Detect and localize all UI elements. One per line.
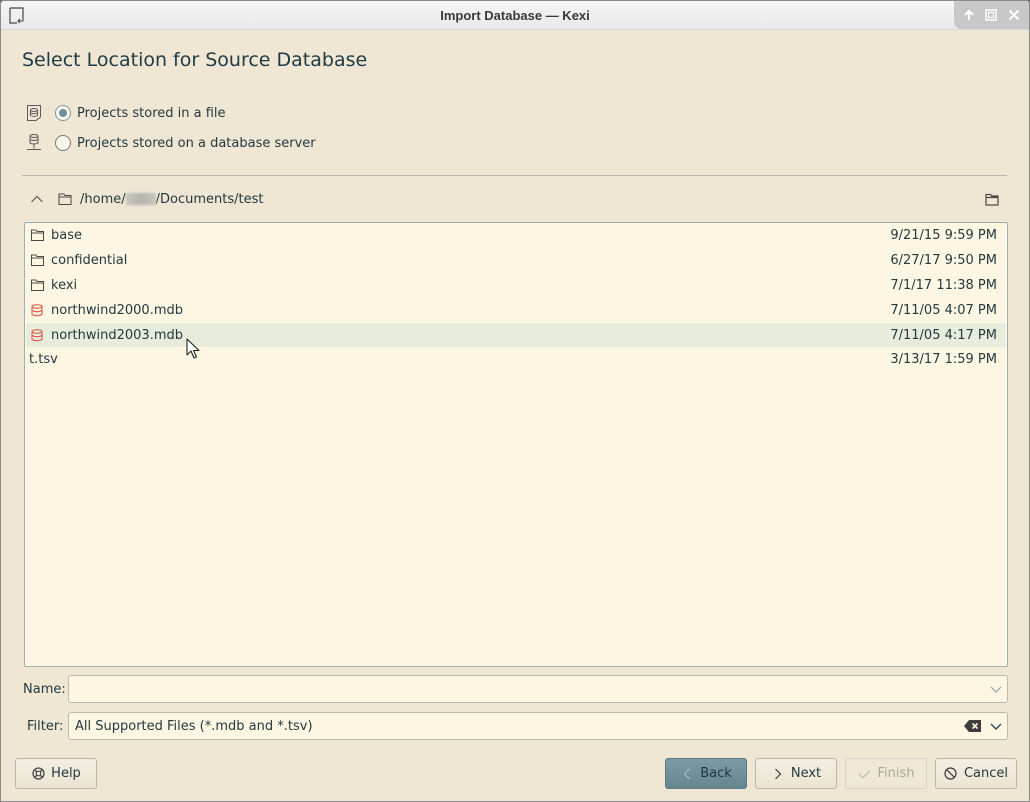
file-date: 3/13/17 1:59 PM xyxy=(890,351,997,367)
window-controls xyxy=(954,1,1029,29)
file-database-icon xyxy=(25,103,43,123)
close-icon xyxy=(1008,9,1020,21)
file-row[interactable]: confidential 6/27/17 9:50 PM xyxy=(26,248,1006,272)
help-button[interactable]: Help xyxy=(15,758,97,789)
name-label: Name: xyxy=(23,682,66,697)
folder-icon xyxy=(30,278,44,292)
parent-folder-button[interactable] xyxy=(25,187,49,211)
file-list[interactable]: base 9/21/15 9:59 PM confidential 6/27/1… xyxy=(24,222,1008,667)
finish-button[interactable]: Finish xyxy=(845,758,927,789)
cancel-button[interactable]: Cancel xyxy=(935,758,1017,789)
chevron-down-icon[interactable] xyxy=(989,719,1003,733)
database-file-icon xyxy=(30,303,44,317)
keep-above-button[interactable] xyxy=(961,7,977,23)
import-database-dialog: Import Database — Kexi Select Location f… xyxy=(0,0,1030,802)
window-title: Import Database — Kexi xyxy=(440,8,590,23)
filter-value: All Supported Files (*.mdb and *.tsv) xyxy=(75,718,313,734)
file-date: 9/21/15 9:59 PM xyxy=(890,227,997,243)
redacted-username xyxy=(125,193,156,205)
clear-text-icon[interactable] xyxy=(964,719,982,733)
radio-label: Projects stored in a file xyxy=(77,105,226,121)
file-name: confidential xyxy=(51,252,128,268)
back-label: Back xyxy=(700,766,732,781)
help-label: Help xyxy=(51,766,81,781)
database-file-icon xyxy=(30,328,44,342)
current-path[interactable]: /home/ /Documents/test xyxy=(80,192,263,207)
chevron-right-icon xyxy=(771,767,785,781)
file-row[interactable]: kexi 7/1/17 11:38 PM xyxy=(26,273,1006,297)
folder-icon xyxy=(30,253,44,267)
cancel-label: Cancel xyxy=(963,766,1009,781)
close-button[interactable] xyxy=(1006,7,1022,23)
title-bar: Import Database — Kexi xyxy=(1,1,1029,30)
file-row[interactable]: northwind2000.mdb 7/11/05 4:07 PM xyxy=(26,298,1006,322)
file-name: northwind2000.mdb xyxy=(51,302,183,318)
path-suffix: /Documents/test xyxy=(155,191,264,207)
back-button[interactable]: Back xyxy=(665,758,747,789)
radio-server-projects[interactable] xyxy=(55,135,71,151)
new-folder-button[interactable] xyxy=(983,191,1001,207)
next-button[interactable]: Next xyxy=(755,758,837,789)
page-title: Select Location for Source Database xyxy=(22,49,368,71)
new-folder-icon xyxy=(985,193,999,206)
file-name: base xyxy=(51,227,82,243)
arrow-up-icon xyxy=(964,9,974,20)
file-date: 7/11/05 4:17 PM xyxy=(890,327,997,343)
chevron-up-icon xyxy=(31,195,43,203)
path-bar: /home/ /Documents/test xyxy=(25,187,1007,211)
name-combobox[interactable] xyxy=(68,675,1008,703)
maximize-button[interactable] xyxy=(983,7,999,23)
finish-label: Finish xyxy=(877,766,915,781)
radio-label: Projects stored on a database server xyxy=(77,135,316,151)
dialog-content: Select Location for Source Database Proj… xyxy=(1,30,1029,801)
filter-label: Filter: xyxy=(27,719,64,734)
radio-file-projects[interactable] xyxy=(55,105,71,121)
option-server-projects[interactable]: Projects stored on a database server xyxy=(25,133,316,153)
file-row[interactable]: northwind2003.mdb 7/11/05 4:17 PM xyxy=(26,323,1006,347)
file-name: northwind2003.mdb xyxy=(51,327,183,343)
folder-icon xyxy=(30,228,44,242)
checkmark-icon xyxy=(857,767,871,781)
next-label: Next xyxy=(790,766,822,781)
cancel-icon xyxy=(944,767,958,781)
file-date: 6/27/17 9:50 PM xyxy=(890,252,997,268)
file-name: kexi xyxy=(51,277,78,293)
file-row[interactable]: base 9/21/15 9:59 PM xyxy=(26,223,1006,247)
database-server-icon xyxy=(25,133,43,153)
file-date: 7/1/17 11:38 PM xyxy=(890,277,997,293)
file-date: 7/11/05 4:07 PM xyxy=(890,302,997,318)
path-prefix: /home/ xyxy=(80,191,126,207)
folder-icon xyxy=(58,193,72,205)
option-file-projects[interactable]: Projects stored in a file xyxy=(25,103,226,123)
separator xyxy=(22,175,1007,176)
file-name: t.tsv xyxy=(29,351,58,367)
chevron-left-icon xyxy=(680,767,694,781)
filter-combobox[interactable]: All Supported Files (*.mdb and *.tsv) xyxy=(68,712,1008,740)
maximize-icon xyxy=(985,9,998,21)
chevron-down-icon[interactable] xyxy=(989,682,1003,696)
help-lifebuoy-icon xyxy=(31,767,45,781)
file-row[interactable]: t.tsv 3/13/17 1:59 PM xyxy=(26,347,1006,371)
